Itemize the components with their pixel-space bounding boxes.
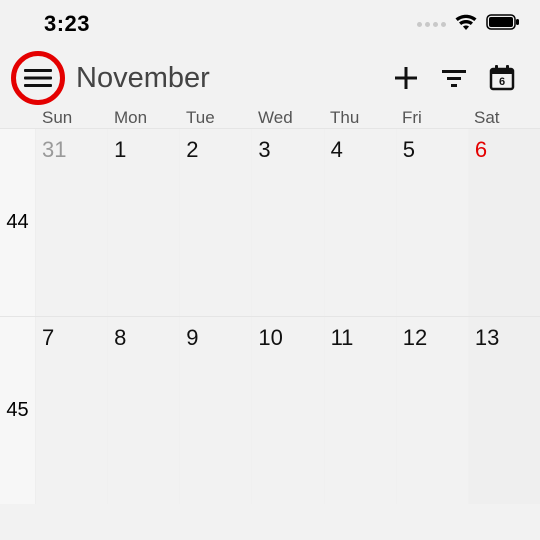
day-cell[interactable]: 31 xyxy=(36,129,108,316)
day-cell[interactable]: 8 xyxy=(108,317,180,504)
filter-button[interactable] xyxy=(430,54,478,102)
day-cell[interactable]: 2 xyxy=(180,129,252,316)
day-number: 2 xyxy=(186,137,198,162)
day-cell[interactable]: 4 xyxy=(325,129,397,316)
battery-icon xyxy=(486,14,520,35)
day-number: 12 xyxy=(403,325,427,350)
week-number: 44 xyxy=(0,129,36,316)
day-number: 10 xyxy=(258,325,282,350)
menu-button[interactable] xyxy=(14,54,62,102)
day-number: 8 xyxy=(114,325,126,350)
day-cell[interactable]: 5 xyxy=(397,129,469,316)
status-bar: 3:23 xyxy=(0,0,540,48)
weekday-label: Sat xyxy=(468,108,540,128)
day-cell[interactable]: 12 xyxy=(397,317,469,504)
weekday-label: Tue xyxy=(180,108,252,128)
weekday-header: Sun Mon Tue Wed Thu Fri Sat xyxy=(0,108,540,128)
day-cell[interactable]: 10 xyxy=(252,317,324,504)
week-number: 45 xyxy=(0,317,36,504)
day-number: 4 xyxy=(331,137,343,162)
day-number: 1 xyxy=(114,137,126,162)
day-cell[interactable]: 1 xyxy=(108,129,180,316)
weekday-label: Wed xyxy=(252,108,324,128)
week-row: 44 31 1 2 3 4 5 6 xyxy=(0,128,540,316)
day-cell[interactable]: 7 xyxy=(36,317,108,504)
day-number: 3 xyxy=(258,137,270,162)
svg-text:6: 6 xyxy=(499,76,505,88)
day-number: 31 xyxy=(42,137,66,162)
plus-icon xyxy=(393,65,419,91)
add-button[interactable] xyxy=(382,54,430,102)
week-row: 45 7 8 9 10 11 12 13 xyxy=(0,316,540,504)
app-header: November 6 xyxy=(0,48,540,108)
status-time: 3:23 xyxy=(44,11,90,37)
cellular-dots-icon xyxy=(417,22,446,27)
status-right xyxy=(417,12,520,37)
weekday-label: Thu xyxy=(324,108,396,128)
day-number: 5 xyxy=(403,137,415,162)
day-cell[interactable]: 9 xyxy=(180,317,252,504)
wifi-icon xyxy=(454,12,478,37)
day-number: 13 xyxy=(475,325,499,350)
calendar-grid: 44 31 1 2 3 4 5 6 45 7 8 9 10 11 12 13 xyxy=(0,128,540,504)
hamburger-icon xyxy=(24,68,52,88)
day-cell[interactable]: 11 xyxy=(325,317,397,504)
day-cell[interactable]: 3 xyxy=(252,129,324,316)
weekday-label: Sun xyxy=(36,108,108,128)
day-number: 6 xyxy=(475,137,487,162)
day-cell-today[interactable]: 6 xyxy=(469,129,540,316)
day-cell[interactable]: 13 xyxy=(469,317,540,504)
weekday-label: Mon xyxy=(108,108,180,128)
filter-icon xyxy=(440,68,468,88)
month-title[interactable]: November xyxy=(76,62,382,95)
weekday-label: Fri xyxy=(396,108,468,128)
day-number: 9 xyxy=(186,325,198,350)
day-number: 7 xyxy=(42,325,54,350)
today-button[interactable]: 6 xyxy=(478,54,526,102)
calendar-today-icon: 6 xyxy=(487,63,517,93)
day-number: 11 xyxy=(331,325,354,350)
